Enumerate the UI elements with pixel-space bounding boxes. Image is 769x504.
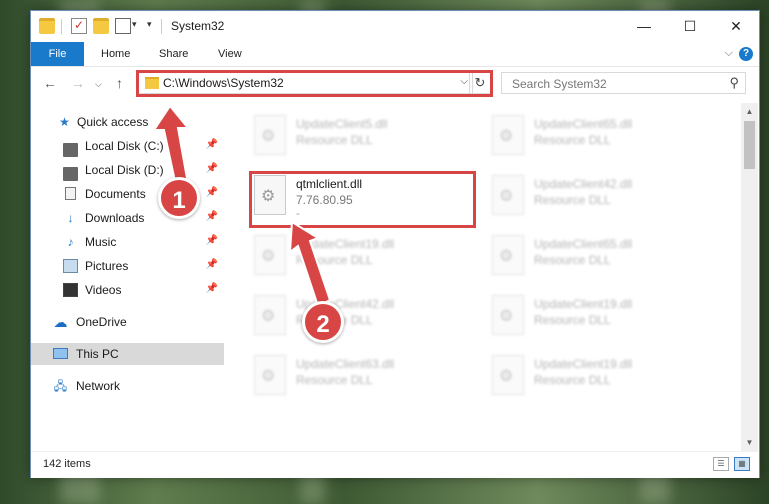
callout-badge-2: 2 [302, 301, 344, 343]
callout-arrows [152, 104, 332, 308]
arrow-one [152, 104, 191, 188]
arrow-two [288, 220, 332, 308]
callout-badge-1: 1 [158, 177, 200, 219]
